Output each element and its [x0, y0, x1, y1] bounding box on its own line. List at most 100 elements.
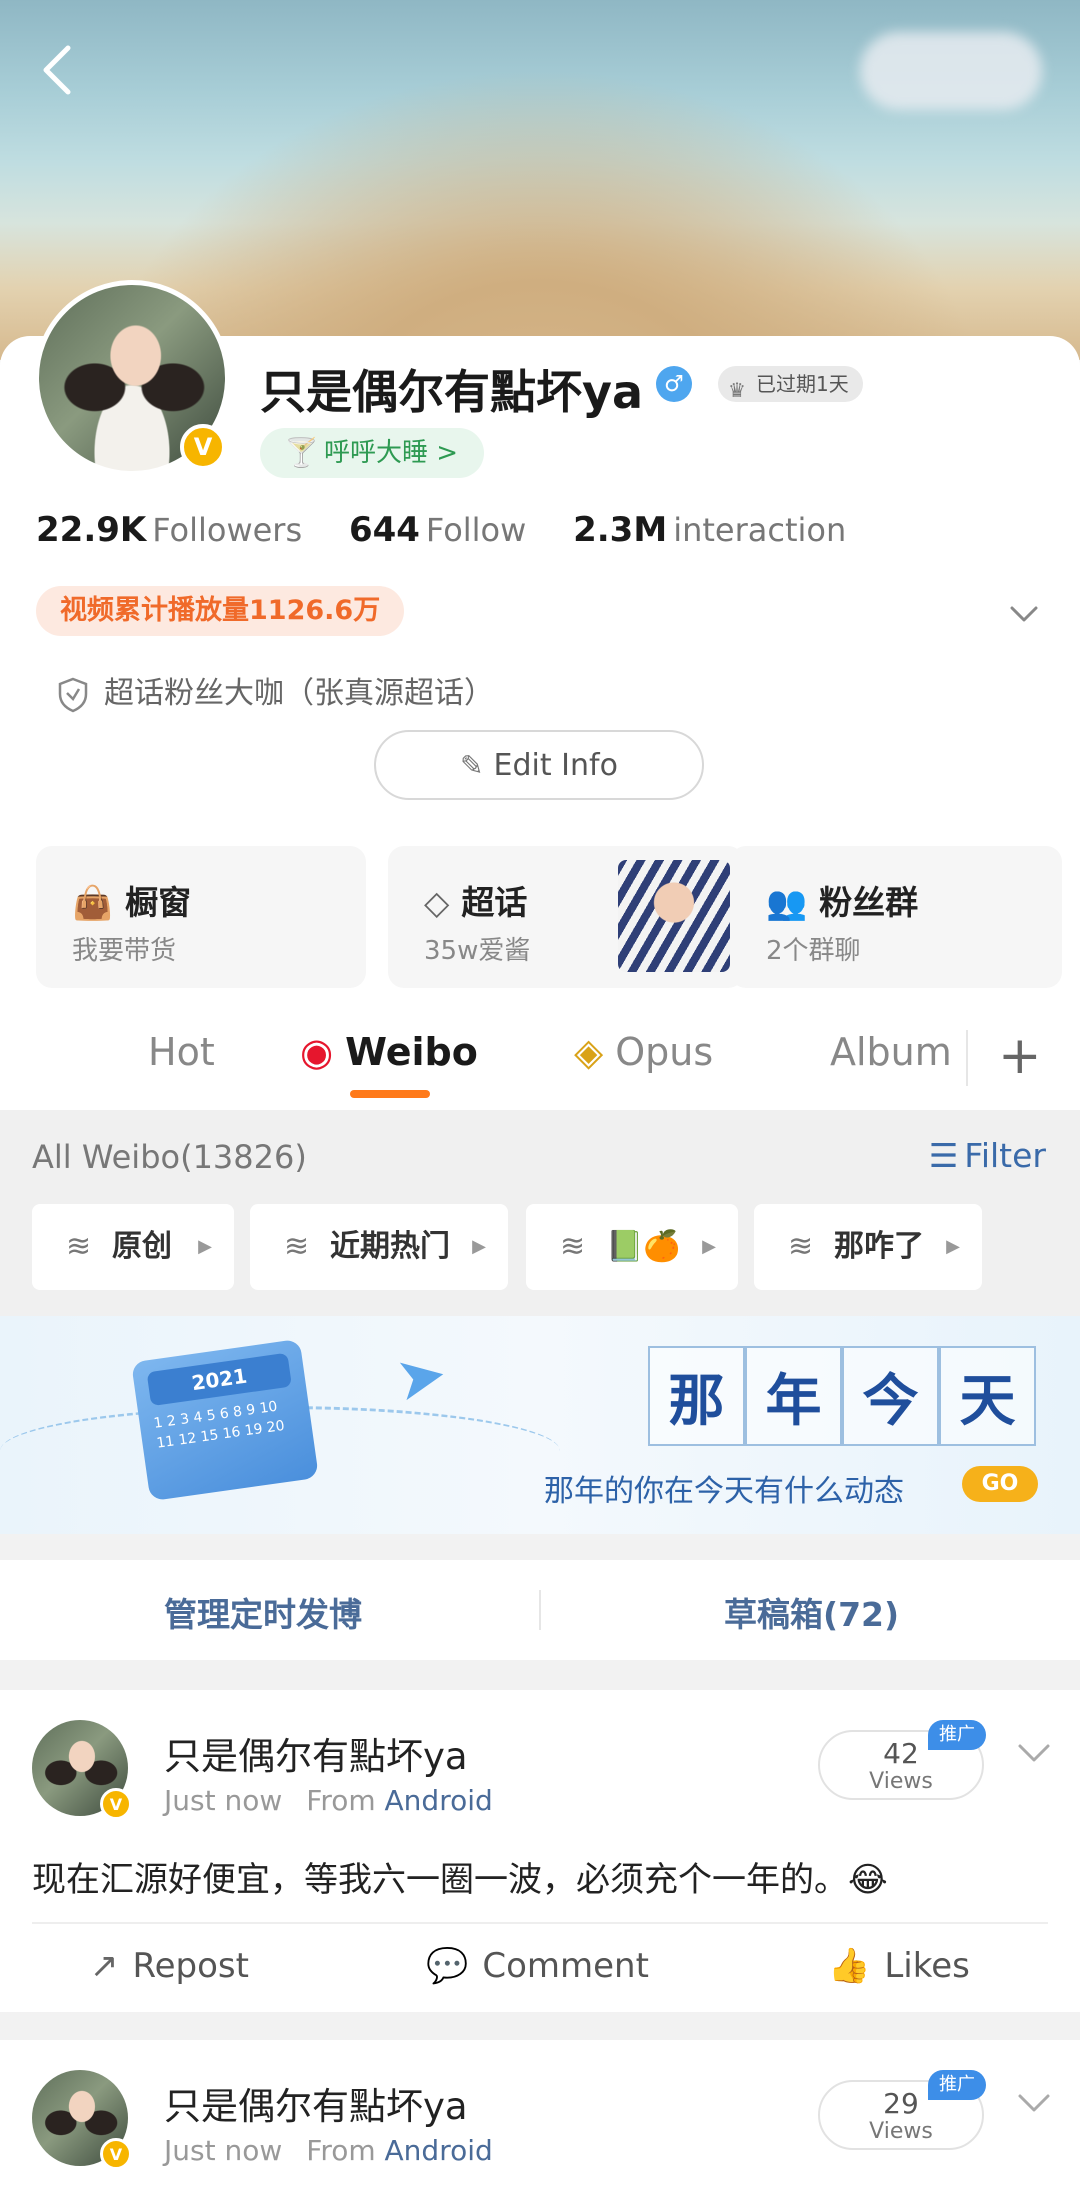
repost-button[interactable]: ↗ Repost [90, 1946, 249, 1986]
diamond-icon: ◇ [424, 883, 450, 922]
go-button[interactable]: GO [962, 1466, 1038, 1502]
tab-hot[interactable]: Hot [148, 1030, 215, 1074]
chevron-left-icon[interactable] [30, 40, 90, 100]
caret-right-icon: ▶ [702, 1236, 716, 1257]
tab-album[interactable]: Album [830, 1030, 952, 1074]
post-divider [32, 1922, 1048, 1924]
banner-title-char: 天 [939, 1346, 1036, 1446]
like-button[interactable]: 👍 Likes [828, 1946, 970, 1986]
profile-tabs: Hot ◉ Weibo ◈ Opus Album [0, 1010, 1080, 1110]
calendar-days: 1 2 3 4 5 6 8 9 10 11 12 15 16 19 20 [152, 1398, 286, 1452]
banner-title: 那 年 今 天 [648, 1346, 1036, 1446]
feature-cards: 👜 橱窗 我要带货 ◇ 超话 35w爱酱 👥 粉丝群 2个群聊 [36, 846, 1062, 988]
feature-subtitle: 35w爱酱 [424, 936, 531, 966]
post-device[interactable]: Android [385, 2134, 493, 2167]
status-label: 呼呼大睡 > [324, 438, 459, 468]
all-weibo-count: All Weibo(13826) [32, 1138, 307, 1176]
chevron-down-icon[interactable] [1014, 1734, 1054, 1774]
interaction-stat[interactable]: 2.3M interaction [573, 510, 846, 550]
chevron-down-icon[interactable] [1004, 594, 1044, 634]
manage-row: 管理定时发博 草稿箱(72) [0, 1560, 1080, 1660]
views-label: Views [869, 2119, 933, 2144]
comment-button[interactable]: 💬 Comment [426, 1946, 649, 1986]
post-source-label: From [306, 2134, 376, 2167]
caret-right-icon: ▶ [472, 1236, 486, 1257]
add-tab-icon[interactable]: + [998, 1026, 1042, 1086]
filter-area: All Weibo(13826) ☰ Filter ≋ 原创 ▶ ≋ 近期热门 ▶ ≋ 📗🍊… [0, 1110, 1080, 1316]
chip-label: 那咋了 [834, 1229, 924, 1264]
post-card[interactable]: V 只是偶尔有點坏ya Just now From Android 29 View… [0, 2040, 1080, 2208]
tab-weibo[interactable]: ◉ Weibo [300, 1030, 478, 1074]
filter-chip-emoji[interactable]: ≋ 📗🍊 ▶ [526, 1204, 738, 1290]
layers-icon: ≋ [560, 1229, 586, 1264]
status-pill[interactable]: 🍸 呼呼大睡 > [260, 428, 485, 478]
comment-icon: 💬 [426, 1946, 469, 1986]
cocktail-icon: 🍸 [284, 436, 319, 469]
views-label: Views [869, 1769, 933, 1794]
tab-divider [966, 1030, 968, 1086]
feature-card-super-topic[interactable]: ◇ 超话 35w爱酱 [388, 846, 744, 988]
manage-divider [539, 1590, 541, 1630]
feature-title: 橱窗 [125, 883, 192, 922]
followers-label: Followers [152, 511, 303, 549]
filter-chip-recent-hot[interactable]: ≋ 近期热门 ▶ [250, 1204, 508, 1290]
promote-badge[interactable]: 推广 [928, 1720, 986, 1750]
chip-label: 原创 [112, 1229, 172, 1264]
feature-subtitle: 我要带货 [72, 936, 177, 966]
comment-label: Comment [482, 1946, 649, 1986]
likes-label: Likes [884, 1946, 970, 1986]
profile-name: 只是偶尔有點坏ya [260, 365, 644, 419]
post-card[interactable]: V 只是偶尔有點坏ya Just now From Android 42 View… [0, 1690, 1080, 2012]
super-topic-label: 超话粉丝大咖（张真源超话） [104, 676, 494, 711]
verified-badge: V [100, 1788, 132, 1820]
filter-chip-original[interactable]: ≋ 原创 ▶ [32, 1204, 234, 1290]
post-device[interactable]: Android [385, 1784, 493, 1817]
followers-count: 22.9K [36, 510, 147, 550]
membership-badge[interactable]: ♛ 已过期1天 [718, 366, 863, 402]
interaction-count: 2.3M [573, 510, 668, 550]
manage-scheduled-posts-button[interactable]: 管理定时发博 [164, 1588, 362, 1636]
banner-title-char: 那 [648, 1346, 745, 1446]
follow-count: 644 [348, 510, 420, 550]
drafts-button[interactable]: 草稿箱(72) [724, 1588, 899, 1636]
layers-icon: ≋ [66, 1229, 92, 1264]
feature-card-fan-group[interactable]: 👥 粉丝群 2个群聊 [730, 846, 1062, 988]
post-author[interactable]: 只是偶尔有點坏ya [164, 2076, 468, 2130]
bag-icon: 👜 [72, 883, 114, 922]
tab-opus[interactable]: ◈ Opus [574, 1030, 713, 1074]
super-topic-fan-badge[interactable]: 超话粉丝大咖（张真源超话） [56, 668, 494, 714]
post-source-label: From [306, 1784, 376, 1817]
follow-label: Follow [425, 511, 527, 549]
chip-label: 近期热门 [330, 1229, 450, 1264]
active-tab-indicator [350, 1090, 430, 1098]
profile-avatar[interactable]: V [34, 280, 230, 476]
follow-stat[interactable]: 644 Follow [349, 510, 526, 550]
followers-stat[interactable]: 22.9K Followers [36, 510, 302, 550]
thumbs-up-icon: 👍 [828, 1946, 871, 1986]
filter-chip-nazale[interactable]: ≋ 那咋了 ▶ [754, 1204, 982, 1290]
opus-icon: ◈ [574, 1030, 604, 1074]
filter-icon: ☰ [928, 1136, 959, 1175]
banner-subtitle: 那年的你在今天有什么动态 [544, 1474, 904, 1509]
tab-weibo-label: Weibo [345, 1030, 478, 1074]
promote-badge[interactable]: 推广 [928, 2070, 986, 2100]
feature-title: 粉丝群 [819, 883, 919, 922]
tab-opus-label: Opus [615, 1030, 714, 1074]
on-this-day-banner[interactable]: 2021 1 2 3 4 5 6 8 9 10 11 12 15 16 19 2… [0, 1316, 1080, 1534]
post-meta: Just now From Android [164, 2134, 493, 2167]
post-meta: Just now From Android [164, 1784, 493, 1817]
edit-info-button[interactable]: ✎ Edit Info [374, 730, 704, 800]
repost-icon: ↗ [90, 1946, 119, 1986]
chevron-down-icon[interactable] [1014, 2084, 1054, 2124]
post-author[interactable]: 只是偶尔有點坏ya [164, 1726, 468, 1780]
video-plays-badge[interactable]: 视频累计播放量1126.6万 [36, 586, 405, 636]
membership-label: 已过期1天 [756, 372, 849, 396]
layers-icon: ≋ [284, 1229, 310, 1264]
pencil-icon: ✎ [460, 748, 484, 782]
blurred-header-control[interactable] [860, 32, 1042, 110]
group-icon: 👥 [766, 883, 808, 922]
male-gender-icon: ♂ [656, 366, 692, 402]
feature-card-showcase[interactable]: 👜 橱窗 我要带货 [36, 846, 366, 988]
filter-button[interactable]: ☰ Filter [929, 1136, 1046, 1175]
caret-right-icon: ▶ [946, 1236, 960, 1257]
